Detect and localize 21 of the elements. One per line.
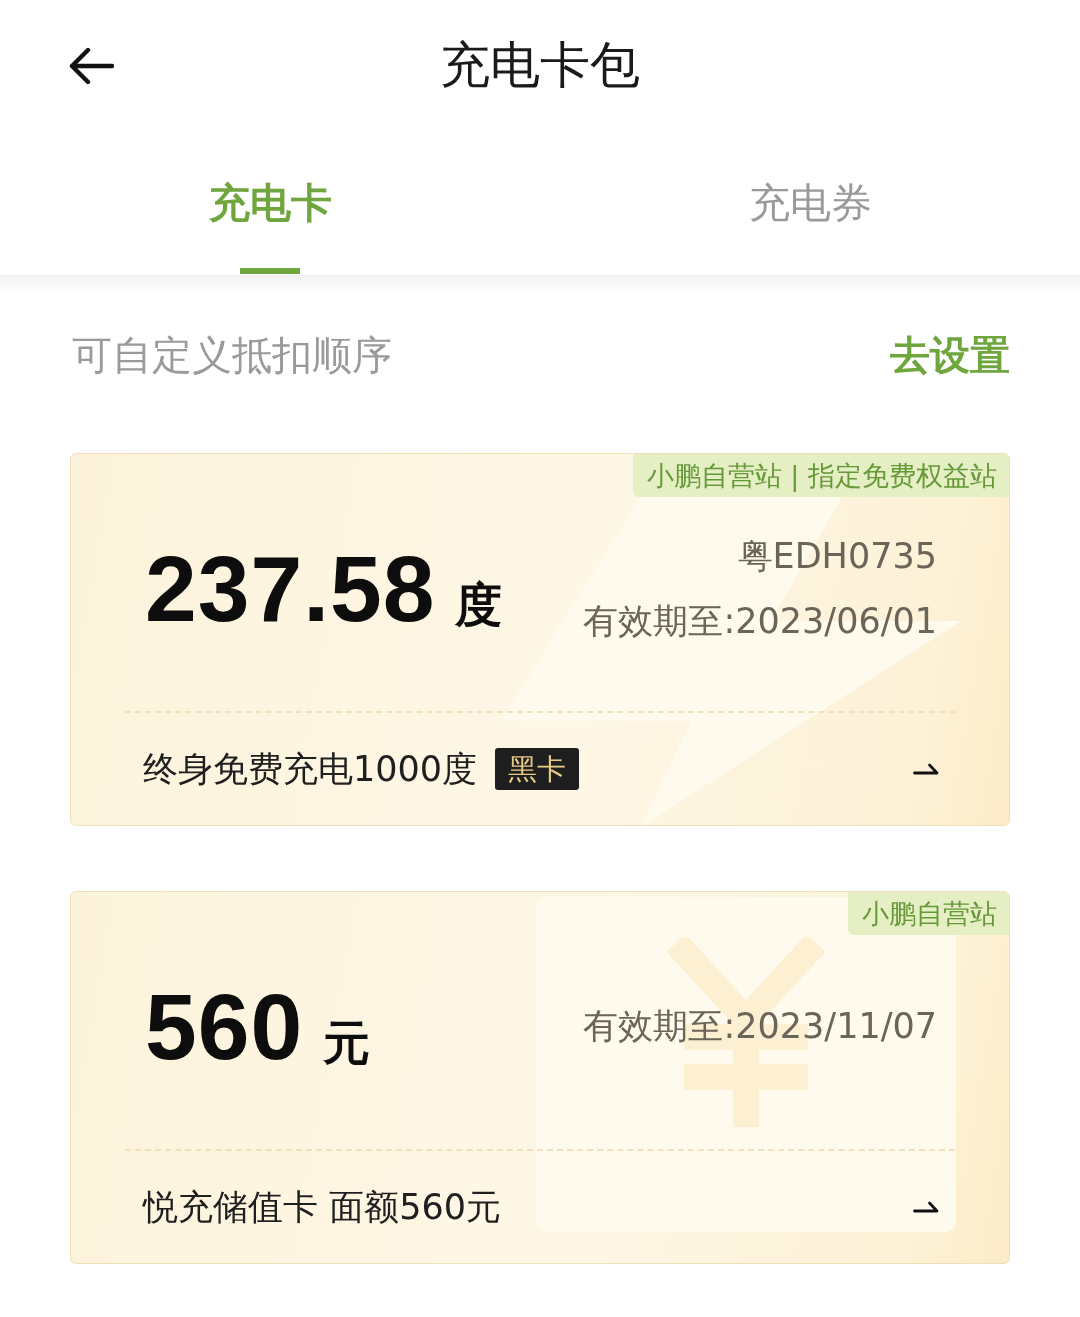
tab[interactable]: 充电券	[540, 130, 1080, 275]
license-plate: 粤EDH0735	[737, 534, 937, 578]
charging-card[interactable]: 小鹏自营站 560 元 有效期至:2023/11/07 悦充储值卡 面额560元	[70, 891, 1010, 1264]
expiry-date: 有效期至:2023/11/07	[583, 1005, 937, 1048]
card-tier-badge: 黑卡	[495, 748, 580, 790]
station-tag: 小鹏自营站	[848, 892, 1009, 935]
card-description: 悦充储值卡 面额560元	[143, 1186, 501, 1229]
expiry-date: 有效期至:2023/06/01	[583, 599, 937, 643]
amount-unit: 元	[323, 1013, 371, 1072]
station-tag: 小鹏自营站 | 指定免费权益站	[632, 454, 1009, 497]
deduction-order-hint: 可自定义抵扣顺序	[72, 331, 392, 380]
charging-card[interactable]: 小鹏自营站 | 指定免费权益站 237.58 度 粤EDH0735 有效期至:2023/06/01 终身免费充电1000度 黑卡	[70, 453, 1010, 826]
settings-link[interactable]: 去设置	[890, 330, 1010, 380]
back-arrow-icon[interactable]	[68, 47, 114, 85]
page-title: 充电卡包	[440, 35, 640, 95]
tab[interactable]: 充电卡	[0, 130, 540, 275]
card-description: 终身免费充电1000度	[143, 748, 478, 791]
amount-value: 237.58	[145, 538, 436, 639]
tab-indicator	[240, 268, 300, 274]
amount-value: 560	[145, 976, 304, 1077]
amount-unit: 度	[455, 575, 503, 634]
